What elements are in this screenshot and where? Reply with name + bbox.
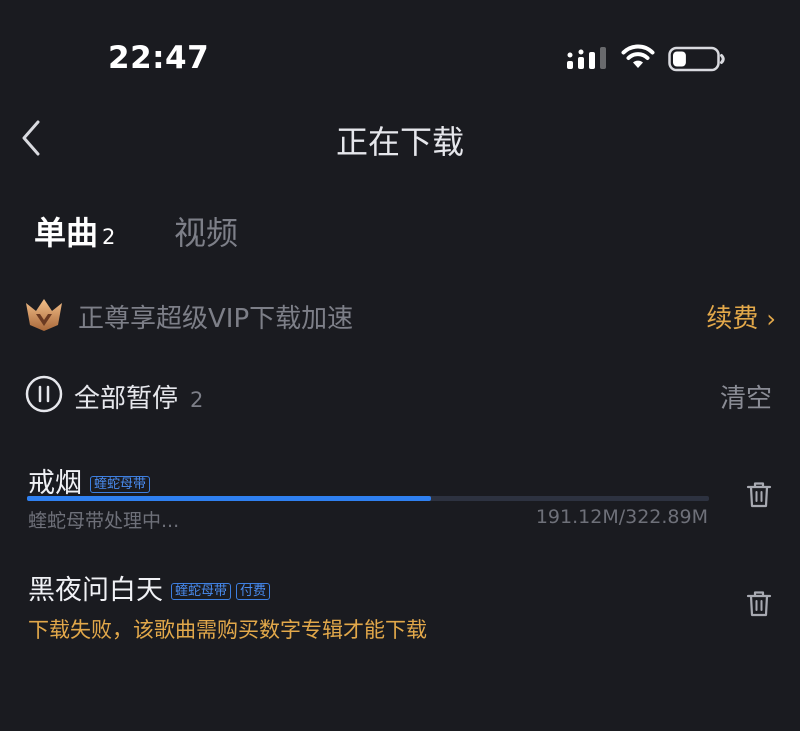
quality-tag: 蝰蛇母带 — [90, 476, 151, 493]
wifi-icon — [621, 44, 655, 68]
trash-icon[interactable] — [746, 590, 772, 618]
clear-button[interactable]: 清空 — [720, 378, 772, 415]
pause-all-label: 全部暂停 — [74, 384, 179, 414]
vip-acceleration-text: 正尊享超级VIP下载加速 — [78, 304, 354, 334]
download-progress-fill — [27, 496, 431, 501]
pause-all-count: 2 — [190, 388, 204, 412]
renew-label: 续费 — [706, 304, 759, 334]
tab-videos[interactable]: 视频 — [174, 208, 238, 254]
quality-tag: 蝰蛇母带 — [171, 583, 232, 600]
pause-all-button[interactable]: 全部暂停 2 — [74, 378, 203, 415]
pause-circle-icon[interactable] — [25, 375, 63, 413]
tab-singles[interactable]: 单曲 2 — [34, 208, 115, 254]
tab-singles-count: 2 — [102, 225, 116, 249]
crown-icon — [26, 299, 62, 331]
renew-button[interactable]: 续费 › — [706, 298, 776, 335]
download-size: 191.12M/322.89M — [535, 506, 708, 528]
paid-tag: 付费 — [236, 583, 271, 600]
download-progress-bar — [27, 496, 709, 501]
download-error-message: 下载失败，该歌曲需购买数字专辑才能下载 — [28, 618, 427, 642]
download-item-title: 戒烟 蝰蛇母带 — [28, 461, 151, 500]
chevron-right-icon: › — [766, 305, 776, 333]
tab-singles-label: 单曲 — [34, 214, 99, 252]
trash-icon[interactable] — [746, 481, 772, 509]
page-title: 正在下载 — [335, 123, 464, 161]
status-time: 22:47 — [108, 40, 210, 76]
download-status: 蝰蛇母带处理中... — [28, 510, 180, 532]
download-item-title: 黑夜问白天 蝰蛇母带 付费 — [28, 568, 271, 607]
cellular-signal-icon — [567, 47, 606, 69]
song-title: 戒烟 — [28, 468, 82, 499]
song-title: 黑夜问白天 — [28, 575, 163, 606]
battery-icon — [668, 46, 725, 72]
